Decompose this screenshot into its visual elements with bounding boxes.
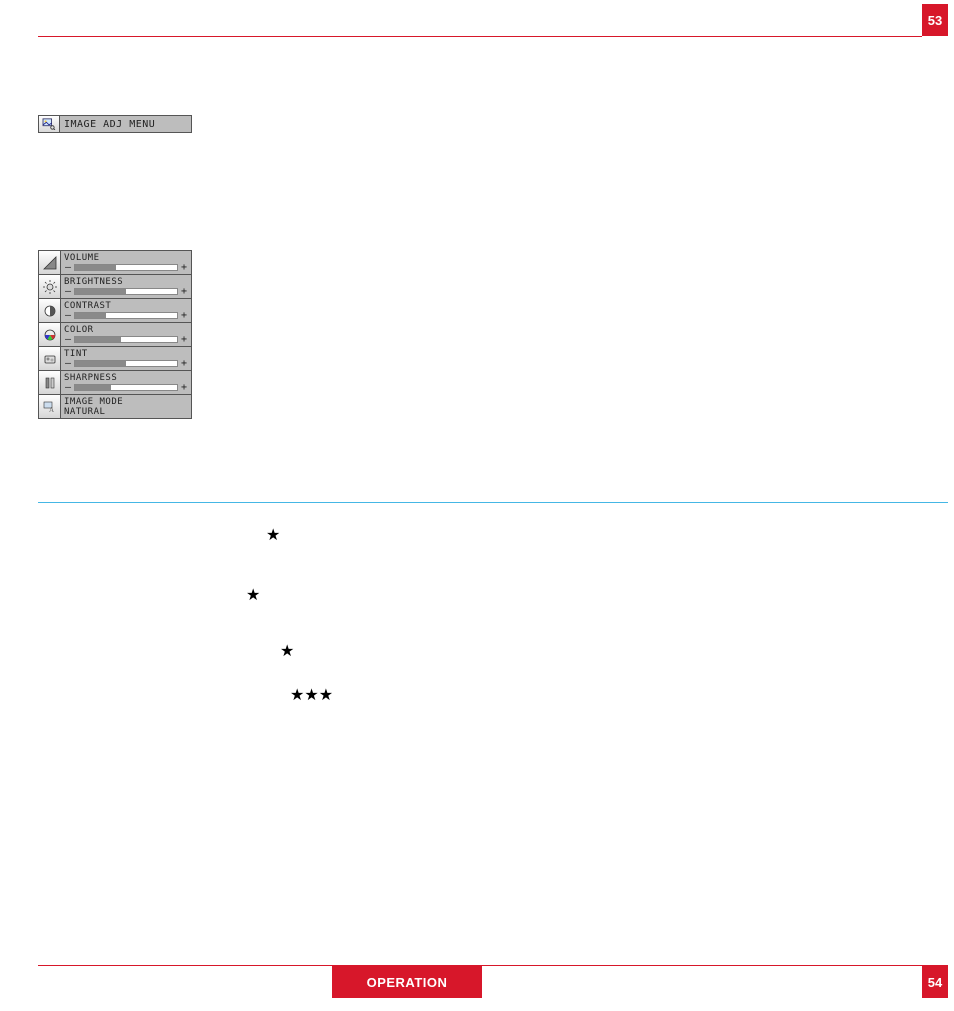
bottom-divider <box>38 965 948 966</box>
slider-fill <box>75 265 116 270</box>
image-settings-panel: VOLUME – + BRIGHTNESS – + CONTRAST <box>38 250 192 419</box>
brightness-icon <box>39 275 61 299</box>
setting-row-contrast: CONTRAST – + <box>39 299 192 323</box>
star-bullet: ★ <box>246 588 260 604</box>
image-mode-icon: A <box>39 395 61 419</box>
slider-fill <box>75 313 106 318</box>
slider-fill <box>75 289 126 294</box>
top-divider <box>38 36 922 37</box>
plus-icon: + <box>180 383 188 393</box>
slider-track[interactable] <box>74 336 178 343</box>
setting-label: CONTRAST <box>64 301 188 311</box>
mid-divider <box>38 502 948 503</box>
setting-body: TINT – + <box>61 347 192 371</box>
setting-label: SHARPNESS <box>64 373 188 383</box>
slider-track[interactable] <box>74 360 178 367</box>
plus-icon: + <box>180 287 188 297</box>
plus-icon: + <box>180 263 188 273</box>
page-number-bottom: 54 <box>922 966 948 998</box>
minus-icon: – <box>64 359 72 369</box>
slider-track[interactable] <box>74 264 178 271</box>
plus-icon: + <box>180 335 188 345</box>
slider-fill <box>75 361 126 366</box>
setting-row-volume: VOLUME – + <box>39 251 192 275</box>
slider-track[interactable] <box>74 312 178 319</box>
color-icon <box>39 323 61 347</box>
setting-body: CONTRAST – + <box>61 299 192 323</box>
setting-row-tint: TINT – + <box>39 347 192 371</box>
setting-row-brightness: BRIGHTNESS – + <box>39 275 192 299</box>
page-number-top: 53 <box>922 4 948 36</box>
minus-icon: – <box>64 335 72 345</box>
slider-fill <box>75 385 111 390</box>
setting-body: COLOR – + <box>61 323 192 347</box>
slider-track[interactable] <box>74 384 178 391</box>
slider-track[interactable] <box>74 288 178 295</box>
image-mode-value: NATURAL <box>64 407 188 417</box>
image-adj-menu-icon <box>38 115 60 133</box>
image-adj-menu-panel: IMAGE ADJ MENU <box>38 115 192 133</box>
plus-icon: + <box>180 311 188 321</box>
setting-row-image-mode: A IMAGE MODE NATURAL <box>39 395 192 419</box>
footer-section-label: OPERATION <box>332 966 482 998</box>
svg-text:A: A <box>49 406 54 414</box>
contrast-icon <box>39 299 61 323</box>
minus-icon: – <box>64 383 72 393</box>
star-bullet: ★ <box>266 528 280 544</box>
star-bullet: ★★★ <box>290 688 333 704</box>
setting-label: IMAGE MODE <box>64 397 188 407</box>
setting-body[interactable]: IMAGE MODE NATURAL <box>61 395 192 419</box>
minus-icon: – <box>64 311 72 321</box>
minus-icon: – <box>64 287 72 297</box>
minus-icon: – <box>64 263 72 273</box>
setting-row-sharpness: SHARPNESS – + <box>39 371 192 395</box>
volume-icon <box>39 251 61 275</box>
setting-label: TINT <box>64 349 188 359</box>
setting-label: BRIGHTNESS <box>64 277 188 287</box>
setting-row-color: COLOR – + <box>39 323 192 347</box>
setting-label: VOLUME <box>64 253 188 263</box>
setting-label: COLOR <box>64 325 188 335</box>
plus-icon: + <box>180 359 188 369</box>
setting-body: BRIGHTNESS – + <box>61 275 192 299</box>
sharpness-icon <box>39 371 61 395</box>
setting-body: SHARPNESS – + <box>61 371 192 395</box>
setting-body: VOLUME – + <box>61 251 192 275</box>
star-bullet: ★ <box>280 644 294 660</box>
tint-icon <box>39 347 61 371</box>
slider-fill <box>75 337 121 342</box>
image-adj-menu-title: IMAGE ADJ MENU <box>60 115 192 133</box>
